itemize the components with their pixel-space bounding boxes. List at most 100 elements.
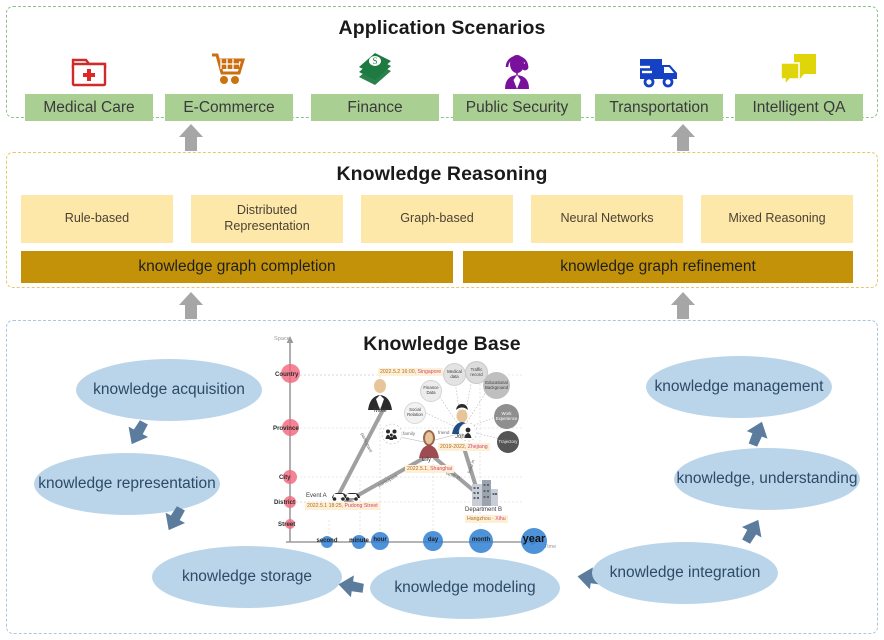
entity-tag-time: 2019-2022, [440, 444, 467, 450]
entity-tag-place: Singapore [417, 369, 442, 375]
space-label-district: District [274, 499, 295, 506]
medical-folder-icon [25, 45, 153, 91]
app-label-transportation: Transportation [595, 94, 723, 121]
arrow-representation-to-storage [160, 504, 194, 543]
reasoning-method-mixed-reasoning[interactable]: Mixed Reasoning [701, 195, 853, 243]
knowledge-reasoning-title: Knowledge Reasoning [336, 163, 548, 185]
app-item-e-commerce[interactable]: E-Commerce [165, 45, 293, 121]
entity-tag-place: Xihu [495, 516, 506, 522]
attribute-finance-data: Finance Data [420, 380, 442, 402]
reasoning-task-label: knowledge graph completion [138, 258, 336, 275]
app-label-finance: Finance [311, 94, 439, 121]
time-label-hour: hour [373, 537, 387, 543]
entity-tag-department-b: Hangzhou · Xihu [465, 515, 508, 523]
delivery-truck-icon [595, 45, 723, 91]
reasoning-method-label: Neural Networks [560, 211, 654, 226]
kb-stage-knowledge-modeling[interactable]: knowledge modeling [370, 557, 560, 619]
kb-stage-knowledge-management[interactable]: knowledge management [646, 356, 832, 418]
reasoning-method-graph-based[interactable]: Graph-based [361, 195, 513, 243]
application-scenarios-panel: Application Scenarios Medical Care E-Com… [6, 6, 878, 121]
money-stack-icon: S [311, 45, 439, 91]
reasoning-method-label: Rule-based [64, 211, 130, 226]
diagram-root: Application Scenarios Medical Care E-Com… [0, 0, 884, 640]
kb-stage-knowledge-understanding[interactable]: knowledge, understanding [674, 448, 860, 510]
kb-stage-label: knowledge management [654, 378, 824, 396]
svg-text:S: S [372, 56, 377, 66]
reasoning-method-distributed-representation[interactable]: Distributed Representation [191, 195, 343, 243]
attribute-educational-background: Educational Background [483, 372, 510, 399]
entity-name-mike: Mike [374, 408, 387, 414]
chat-bubbles-icon [735, 45, 863, 91]
attribute-social-relation: Social Relation [404, 402, 426, 424]
kb-stage-label: knowledge modeling [394, 579, 536, 597]
edge-label-friend: friend [438, 430, 450, 435]
kb-stage-label: knowledge integration [609, 564, 761, 582]
entity-name-event-a: Event A [306, 493, 327, 499]
app-item-public-security[interactable]: Public Security [453, 45, 581, 121]
attribute-work-experience: Work Experience [494, 404, 519, 429]
time-label-month: month [471, 537, 491, 543]
entity-name-lily: Lily [422, 457, 432, 463]
space-label-street: Street [278, 521, 296, 528]
reasoning-method-neural-networks[interactable]: Neural Networks [531, 195, 683, 243]
app-label-public-security: Public Security [453, 94, 581, 121]
app-label-e-commerce: E-Commerce [165, 94, 293, 121]
entity-name-department-b: Department B [465, 507, 503, 513]
app-item-finance[interactable]: S Finance [311, 45, 439, 121]
arrow-understanding-to-management [738, 415, 772, 454]
arrow-reasoning-to-application-left [176, 122, 206, 152]
kb-stage-label: knowledge, understanding [676, 470, 858, 488]
entity-tag-place: Pudong Street [344, 503, 378, 509]
arrow-base-to-reasoning-left [176, 290, 206, 320]
entity-tag-time: 2022.5.2 16:00, [380, 369, 417, 375]
entity-name-john: John [455, 434, 469, 440]
reasoning-method-label: Mixed Reasoning [728, 211, 826, 226]
app-item-intelligent-qa[interactable]: Intelligent QA [735, 45, 863, 121]
space-label-city: City [279, 474, 291, 481]
reasoning-task-knowledge-graph-refinement[interactable]: knowledge graph refinement [463, 251, 853, 283]
kb-stage-label: knowledge acquisition [93, 381, 245, 399]
arrow-base-to-reasoning-right [668, 290, 698, 320]
arrow-reasoning-to-application-right [668, 122, 698, 152]
app-item-transportation[interactable]: Transportation [595, 45, 723, 121]
edge-label-family: family [403, 431, 415, 436]
kb-stage-knowledge-integration[interactable]: knowledge integration [592, 542, 778, 604]
attribute-label: Trajectory [498, 438, 518, 444]
attribute-trajectory: Trajectory [497, 431, 519, 453]
reasoning-method-label: Graph-based [400, 211, 474, 226]
kb-stage-knowledge-acquisition[interactable]: knowledge acquisition [76, 359, 262, 421]
time-label-second: second [316, 538, 338, 544]
reasoning-method-rule-based[interactable]: Rule-based [21, 195, 173, 243]
entity-tag-john: 2019-2022, Zhejiang [438, 443, 490, 451]
reasoning-task-label: knowledge graph refinement [560, 258, 756, 275]
reasoning-task-knowledge-graph-completion[interactable]: knowledge graph completion [21, 251, 453, 283]
attribute-label: Educational Background [485, 379, 508, 390]
shopping-cart-icon [165, 45, 293, 91]
reasoning-method-label: Distributed Representation [224, 203, 310, 233]
attribute-label: Work Experience [495, 410, 518, 421]
time-label-year: year [522, 533, 546, 545]
entity-tag-mike: 2022.5.2 16:00, Singapore [378, 368, 444, 376]
entity-tag-time: 2022.5.1 18:25, [307, 503, 344, 509]
attribute-label: Medical data [447, 368, 462, 379]
arrow-integration-to-understanding [733, 512, 767, 551]
kb-stage-label: knowledge representation [38, 475, 216, 493]
space-label-province: Province [273, 425, 299, 432]
application-scenarios-title: Application Scenarios [338, 17, 546, 39]
space-label-country: Country [275, 371, 299, 378]
app-label-intelligent-qa: Intelligent QA [735, 94, 863, 121]
attribute-label: Social Relation [407, 407, 423, 417]
app-item-medical-care[interactable]: Medical Care [25, 45, 153, 121]
security-agent-icon [453, 45, 581, 91]
arrow-acquisition-to-representation [123, 418, 157, 457]
knowledge-graph-illustration: Space Time Country Province City Distric… [272, 330, 592, 560]
entity-tag-time: Hangzhou · [467, 516, 494, 522]
attribute-medical-data: Medical data [443, 363, 466, 386]
attribute-label: Traffic record [470, 366, 483, 377]
space-axis-label: Space [274, 336, 290, 342]
kb-stage-knowledge-storage[interactable]: knowledge storage [152, 546, 342, 608]
knowledge-reasoning-panel: Knowledge Reasoning Rule-based Distribut… [6, 152, 878, 288]
arrow-storage-to-modeling [333, 572, 367, 611]
entity-tag-time: 2022.5.1, [407, 466, 429, 472]
app-label-medical-care: Medical Care [25, 94, 153, 121]
